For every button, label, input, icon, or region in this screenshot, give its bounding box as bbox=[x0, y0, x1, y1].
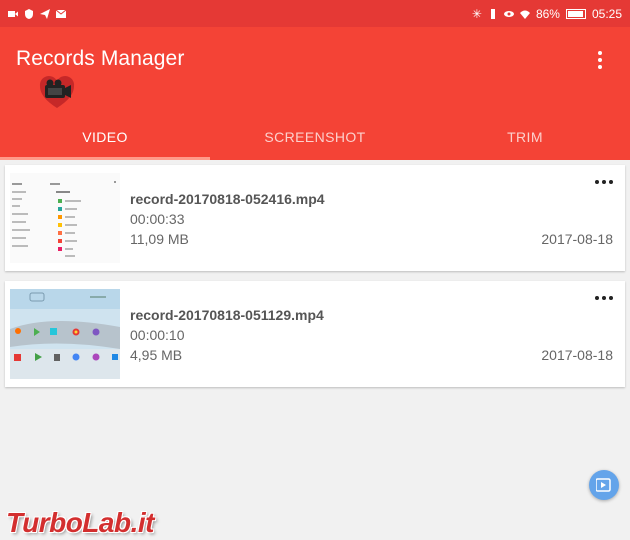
tab-bar: VIDEO SCREENSHOT TRIM bbox=[0, 113, 630, 160]
more-options-icon[interactable] bbox=[595, 294, 613, 302]
notification-icons bbox=[8, 8, 66, 19]
bluetooth-icon: ✳ bbox=[471, 6, 482, 21]
video-thumbnail bbox=[10, 173, 120, 263]
record-size: 4,95 MB bbox=[130, 347, 183, 363]
tab-trim[interactable]: TRIM bbox=[420, 113, 630, 160]
floating-video-button[interactable] bbox=[589, 470, 619, 500]
list-item[interactable]: record-20170818-052416.mp4 00:00:33 11,0… bbox=[5, 165, 625, 271]
app-bar: Records Manager VIDEO SCREENSHOT TRIM bbox=[0, 27, 630, 160]
tab-video[interactable]: VIDEO bbox=[0, 113, 210, 160]
video-record-icon bbox=[8, 10, 18, 17]
list-item[interactable]: record-20170818-051129.mp4 00:00:10 4,95… bbox=[5, 281, 625, 387]
more-options-icon[interactable] bbox=[595, 178, 613, 186]
record-size: 11,09 MB bbox=[130, 231, 189, 247]
video-thumbnail bbox=[10, 289, 120, 379]
battery-percent: 86% bbox=[535, 6, 560, 21]
send-icon bbox=[40, 8, 50, 19]
record-date: 2017-08-18 bbox=[541, 347, 613, 363]
mail-icon bbox=[56, 9, 66, 18]
tab-indicator bbox=[0, 157, 210, 160]
battery-icon bbox=[565, 8, 586, 19]
eye-icon bbox=[503, 10, 514, 17]
record-duration: 00:00:10 bbox=[130, 327, 185, 343]
watermark-logo: TurboLab.it bbox=[6, 507, 154, 538]
record-date: 2017-08-18 bbox=[541, 231, 613, 247]
wifi-icon bbox=[519, 10, 530, 19]
tab-screenshot[interactable]: SCREENSHOT bbox=[210, 113, 420, 160]
clock: 05:25 bbox=[591, 6, 622, 21]
vibrate-icon bbox=[490, 8, 495, 19]
record-name: record-20170818-051129.mp4 bbox=[130, 307, 324, 323]
status-bar: ✳ 86% 05:25 bbox=[0, 0, 630, 27]
record-duration: 00:00:33 bbox=[130, 211, 185, 227]
shield-icon bbox=[25, 8, 33, 19]
system-icons: ✳ 86% 05:25 bbox=[472, 7, 622, 21]
play-video-icon bbox=[596, 478, 611, 492]
record-name: record-20170818-052416.mp4 bbox=[130, 191, 325, 207]
floating-camera-icon[interactable] bbox=[38, 73, 76, 109]
app-title: Records Manager bbox=[16, 47, 185, 70]
overflow-menu-icon[interactable] bbox=[592, 49, 608, 71]
